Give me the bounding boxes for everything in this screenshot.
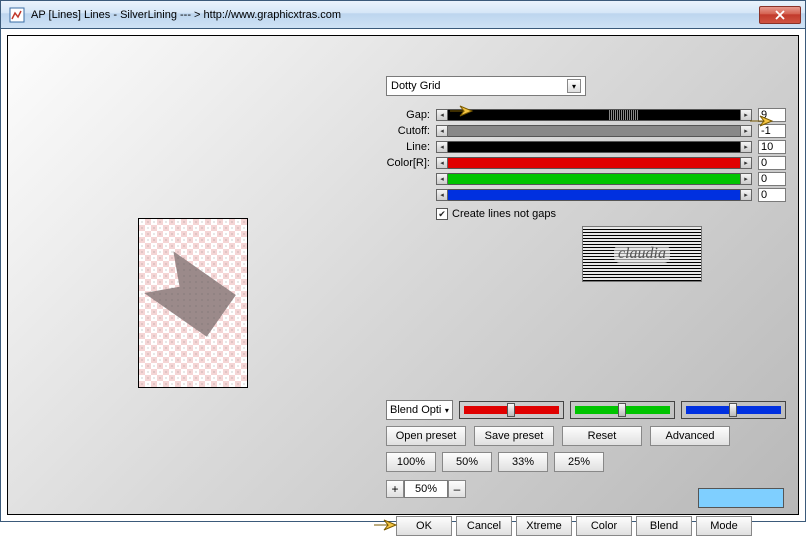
rgb-slider-green[interactable] <box>570 401 675 419</box>
color-swatch[interactable] <box>698 488 784 508</box>
create-lines-checkbox[interactable]: ✔ <box>436 208 448 220</box>
colorG-dec[interactable]: ◂ <box>436 173 448 185</box>
blend-select[interactable]: Blend Opti ▾ <box>386 400 453 420</box>
rgb-slider-red[interactable] <box>459 401 564 419</box>
controls-panel: Dotty Grid ▾ Gap: ◂ ▸ Cutoff: ◂ ▸ <box>386 76 786 220</box>
advanced-button[interactable]: Advanced <box>650 426 730 446</box>
pct-100-button[interactable]: 100% <box>386 452 436 472</box>
colorB-inc[interactable]: ▸ <box>740 189 752 201</box>
line-label: Line: <box>386 141 436 153</box>
colorR-dec[interactable]: ◂ <box>436 157 448 169</box>
preview-canvas <box>139 219 247 387</box>
gap-dec[interactable]: ◂ <box>436 109 448 121</box>
pct-50-button[interactable]: 50% <box>442 452 492 472</box>
gap-value[interactable] <box>758 108 786 122</box>
cutoff-slider[interactable] <box>448 125 740 137</box>
brand-logo: claudia <box>582 226 702 282</box>
preset-dropdown[interactable]: Dotty Grid ▾ <box>386 76 586 96</box>
cutoff-row: Cutoff: ◂ ▸ <box>386 124 786 138</box>
final-button-row: OK Cancel Xtreme Color Blend Mode <box>396 516 752 536</box>
gap-label: Gap: <box>386 109 436 121</box>
colorB-dec[interactable]: ◂ <box>436 189 448 201</box>
colorB-slider[interactable] <box>448 189 740 201</box>
colorG-inc[interactable]: ▸ <box>740 173 752 185</box>
line-slider[interactable] <box>448 141 740 153</box>
xtreme-button[interactable]: Xtreme <box>516 516 572 536</box>
app-icon <box>9 7 25 23</box>
pct-33-button[interactable]: 33% <box>498 452 548 472</box>
zoom-value[interactable]: 50% <box>404 480 448 498</box>
mode-button[interactable]: Mode <box>696 516 752 536</box>
window-title: AP [Lines] Lines - SilverLining --- > ht… <box>31 9 759 21</box>
preset-dropdown-value: Dotty Grid <box>391 80 441 92</box>
bottom-panel: Blend Opti ▾ Open preset Save preset Res… <box>386 400 786 498</box>
checkbox-row: ✔ Create lines not gaps <box>436 208 786 220</box>
colorR-row: Color[R]: ◂ ▸ <box>386 156 786 170</box>
pct-25-button[interactable]: 25% <box>554 452 604 472</box>
cutoff-label: Cutoff: <box>386 125 436 137</box>
zoom-out-button[interactable]: – <box>448 480 466 498</box>
cutoff-dec[interactable]: ◂ <box>436 125 448 137</box>
cutoff-inc[interactable]: ▸ <box>740 125 752 137</box>
line-inc[interactable]: ▸ <box>740 141 752 153</box>
gap-inc[interactable]: ▸ <box>740 109 752 121</box>
blend-select-value: Blend Opti <box>390 404 441 416</box>
zoom-in-button[interactable]: + <box>386 480 404 498</box>
save-preset-button[interactable]: Save preset <box>474 426 554 446</box>
gap-slider[interactable] <box>448 109 740 121</box>
titlebar: AP [Lines] Lines - SilverLining --- > ht… <box>1 1 805 29</box>
colorR-inc[interactable]: ▸ <box>740 157 752 169</box>
ok-button[interactable]: OK <box>396 516 452 536</box>
content: Dotty Grid ▾ Gap: ◂ ▸ Cutoff: ◂ ▸ <box>1 29 805 521</box>
chevron-down-icon: ▾ <box>445 406 449 415</box>
inner-panel: Dotty Grid ▾ Gap: ◂ ▸ Cutoff: ◂ ▸ <box>7 35 799 515</box>
cutoff-value[interactable] <box>758 124 786 138</box>
colorG-value[interactable] <box>758 172 786 186</box>
chevron-down-icon: ▾ <box>567 79 581 93</box>
preset-button-row: Open preset Save preset Reset Advanced <box>386 426 786 446</box>
rgb-slider-blue[interactable] <box>681 401 786 419</box>
preview-panel <box>138 218 248 388</box>
blend-button[interactable]: Blend <box>636 516 692 536</box>
colorR-slider[interactable] <box>448 157 740 169</box>
checkbox-label: Create lines not gaps <box>452 208 556 220</box>
gap-row: Gap: ◂ ▸ <box>386 108 786 122</box>
brand-logo-text: claudia <box>614 245 670 263</box>
cancel-button[interactable]: Cancel <box>456 516 512 536</box>
line-value[interactable] <box>758 140 786 154</box>
reset-button[interactable]: Reset <box>562 426 642 446</box>
color-button[interactable]: Color <box>576 516 632 536</box>
pointer-hand-icon <box>372 516 398 534</box>
colorG-row: ◂ ▸ <box>386 172 786 186</box>
colorR-label: Color[R]: <box>386 157 436 169</box>
app-window: AP [Lines] Lines - SilverLining --- > ht… <box>0 0 806 522</box>
open-preset-button[interactable]: Open preset <box>386 426 466 446</box>
close-button[interactable] <box>759 6 801 24</box>
colorB-value[interactable] <box>758 188 786 202</box>
colorB-row: ◂ ▸ <box>386 188 786 202</box>
blend-row: Blend Opti ▾ <box>386 400 786 420</box>
preview-dotgrid <box>139 219 247 387</box>
percent-row: 100% 50% 33% 25% <box>386 452 786 472</box>
colorR-value[interactable] <box>758 156 786 170</box>
line-row: Line: ◂ ▸ <box>386 140 786 154</box>
line-dec[interactable]: ◂ <box>436 141 448 153</box>
colorG-slider[interactable] <box>448 173 740 185</box>
